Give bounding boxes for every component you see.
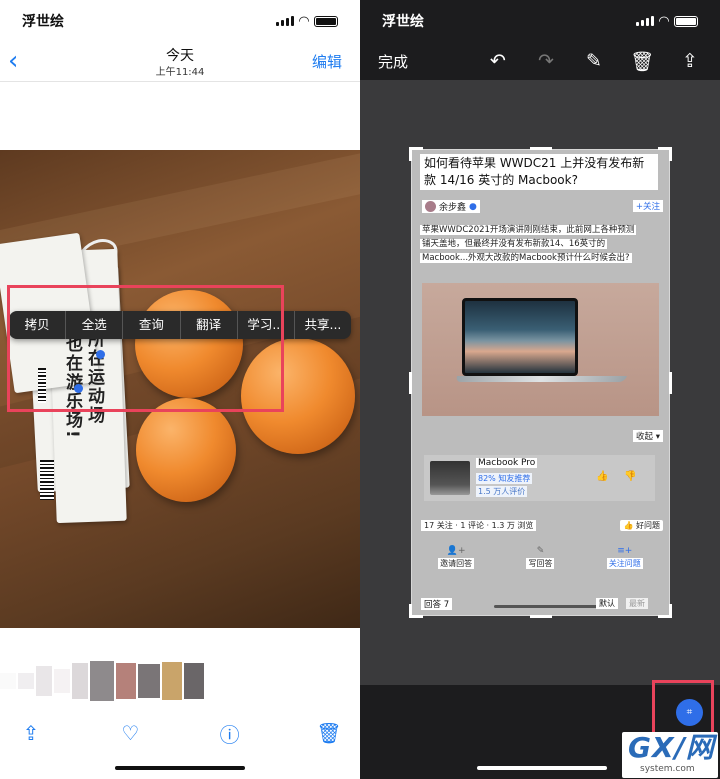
sort-newest: 最新	[626, 598, 648, 609]
page-subtitle-time: 上午11:44	[155, 67, 205, 78]
author-name: 余步鑫	[439, 203, 467, 213]
crop-corner-top-right[interactable]	[658, 147, 672, 161]
product-image	[430, 461, 470, 495]
product-recommend: 82% 知友推荐	[476, 473, 533, 484]
battery-icon	[314, 15, 338, 27]
follow-question-icon: ≡+	[617, 546, 633, 556]
question-actions: 👤+ 邀请回答 ✎ 写回答 ≡+ 关注问题	[412, 546, 669, 586]
status-bar: 浮世绘 ◠	[0, 0, 360, 42]
avatar	[425, 201, 436, 212]
live-text-scan-button[interactable]: ⌗	[676, 699, 703, 726]
description-line: Macbook...外观大改款的Macbook预计什么时候会出?	[420, 253, 632, 263]
apricot	[136, 398, 236, 502]
menu-item-share[interactable]: 共享...	[295, 311, 351, 339]
done-button[interactable]: 完成	[378, 51, 408, 72]
highlight-box	[7, 285, 284, 412]
battery-icon	[674, 15, 698, 27]
undo-icon[interactable]: ↶	[486, 50, 510, 72]
status-bar: 浮世绘 ◠	[360, 0, 720, 42]
crop-corner-bottom-left[interactable]	[409, 604, 423, 618]
signal-icon	[636, 16, 654, 26]
write-icon: ✎	[536, 546, 545, 556]
home-indicator	[115, 766, 245, 770]
status-icons: ◠	[276, 14, 338, 29]
follow-button: +关注	[632, 200, 663, 212]
product-card: Macbook Pro 82% 知友推荐 1.5 万人评价 👍 👎	[424, 455, 655, 501]
redo-icon[interactable]: ↷	[534, 50, 558, 72]
description-line: 铺天盖地，但最终并没有发布新款14、16英寸的	[420, 239, 608, 249]
home-indicator	[477, 766, 607, 770]
watermark-domain: system.com	[640, 764, 695, 774]
invite-answer-action: 👤+ 邀请回答	[438, 546, 475, 586]
thumbs-up-icon: 👍	[596, 471, 609, 482]
thumbs-down-icon: 👎	[624, 471, 637, 482]
status-icons: ◠	[636, 14, 698, 29]
crop-edge-left[interactable]	[409, 372, 412, 394]
edit-button[interactable]: 编辑	[312, 51, 342, 72]
crop-corner-bottom-right[interactable]	[658, 604, 672, 618]
sort-default: 默认	[596, 598, 618, 609]
trash-icon[interactable]: 🗑	[630, 50, 654, 73]
watermark: GX/网 system.com	[622, 732, 718, 778]
product-reviews: 1.5 万人评价	[476, 486, 528, 497]
share-icon[interactable]: ⇪	[678, 50, 702, 72]
question-title: 如何看待苹果 WWDC21 上并没有发布新款 14/16 英寸的 Macbook…	[420, 154, 658, 190]
macbook-image	[422, 283, 659, 416]
trash-icon[interactable]: 🗑	[315, 721, 343, 745]
watermark-logo: GX/网	[628, 731, 715, 764]
crop-corner-top-left[interactable]	[409, 147, 423, 161]
product-name: Macbook Pro	[476, 458, 538, 468]
wifi-icon: ◠	[299, 13, 309, 29]
question-description: 苹果WWDC2021开场演讲刚刚结束，此前网上各种预测 铺天盖地，但最终并没有发…	[420, 223, 660, 265]
action-label: 关注问题	[606, 558, 643, 569]
verified-icon: ●	[469, 201, 477, 212]
doc-home-indicator	[494, 605, 604, 608]
signal-icon	[276, 16, 294, 26]
barcode	[40, 460, 54, 500]
invite-icon: 👤+	[446, 546, 466, 556]
photo-nav-bar: ‹ 今天 上午11:44 编辑	[0, 42, 360, 82]
write-answer-action: ✎ 写回答	[526, 546, 555, 586]
answers-count: 回答 7	[421, 598, 453, 610]
status-app-name: 浮世绘	[382, 14, 424, 30]
photo-toolbar: ⇪ ♡ ⓘ 🗑	[0, 708, 360, 758]
crop-edge-bottom[interactable]	[530, 615, 552, 618]
good-question-button: 👍 好问题	[620, 520, 663, 531]
laptop-screen	[462, 298, 578, 376]
description-line: 苹果WWDC2021开场演讲刚刚结束，此前网上各种预测	[420, 225, 637, 235]
edit-toolbar: 完成 ↶ ↷ ✎ 🗑 ⇪	[360, 42, 720, 80]
crop-edge-right[interactable]	[669, 372, 672, 394]
follow-question-action: ≡+ 关注问题	[606, 546, 643, 586]
status-app-name: 浮世绘	[22, 14, 64, 30]
action-label: 写回答	[526, 558, 555, 569]
share-icon[interactable]: ⇪	[17, 721, 45, 745]
wifi-icon: ◠	[659, 13, 669, 29]
left-panel: 浮世绘 ◠ ‹ 今天 上午11:44 编辑 所在运动场 也在游乐场! 拷贝 全选	[0, 0, 360, 779]
markup-pen-icon[interactable]: ✎	[582, 50, 606, 72]
heart-icon[interactable]: ♡	[116, 721, 144, 745]
crop-edge-top[interactable]	[530, 147, 552, 150]
laptop-base	[454, 376, 628, 382]
collapse-link: 收起 ▾	[633, 430, 663, 442]
question-stats: 17 关注 · 1 评论 · 1.3 万 浏览	[421, 520, 537, 531]
right-panel: 浮世绘 ◠ 完成 ↶ ↷ ✎ 🗑 ⇪ 如何看待苹果 WWDC21 上并没有发布新…	[360, 0, 720, 779]
page-title: 今天	[166, 48, 194, 64]
info-icon[interactable]: ⓘ	[216, 719, 244, 748]
thumbnail-strip[interactable]	[0, 656, 210, 706]
author-row: 余步鑫 ●	[422, 200, 480, 213]
action-label: 邀请回答	[438, 558, 475, 569]
live-text-icon: ⌗	[686, 707, 693, 718]
cropped-screenshot[interactable]: 如何看待苹果 WWDC21 上并没有发布新款 14/16 英寸的 Macbook…	[409, 147, 672, 618]
